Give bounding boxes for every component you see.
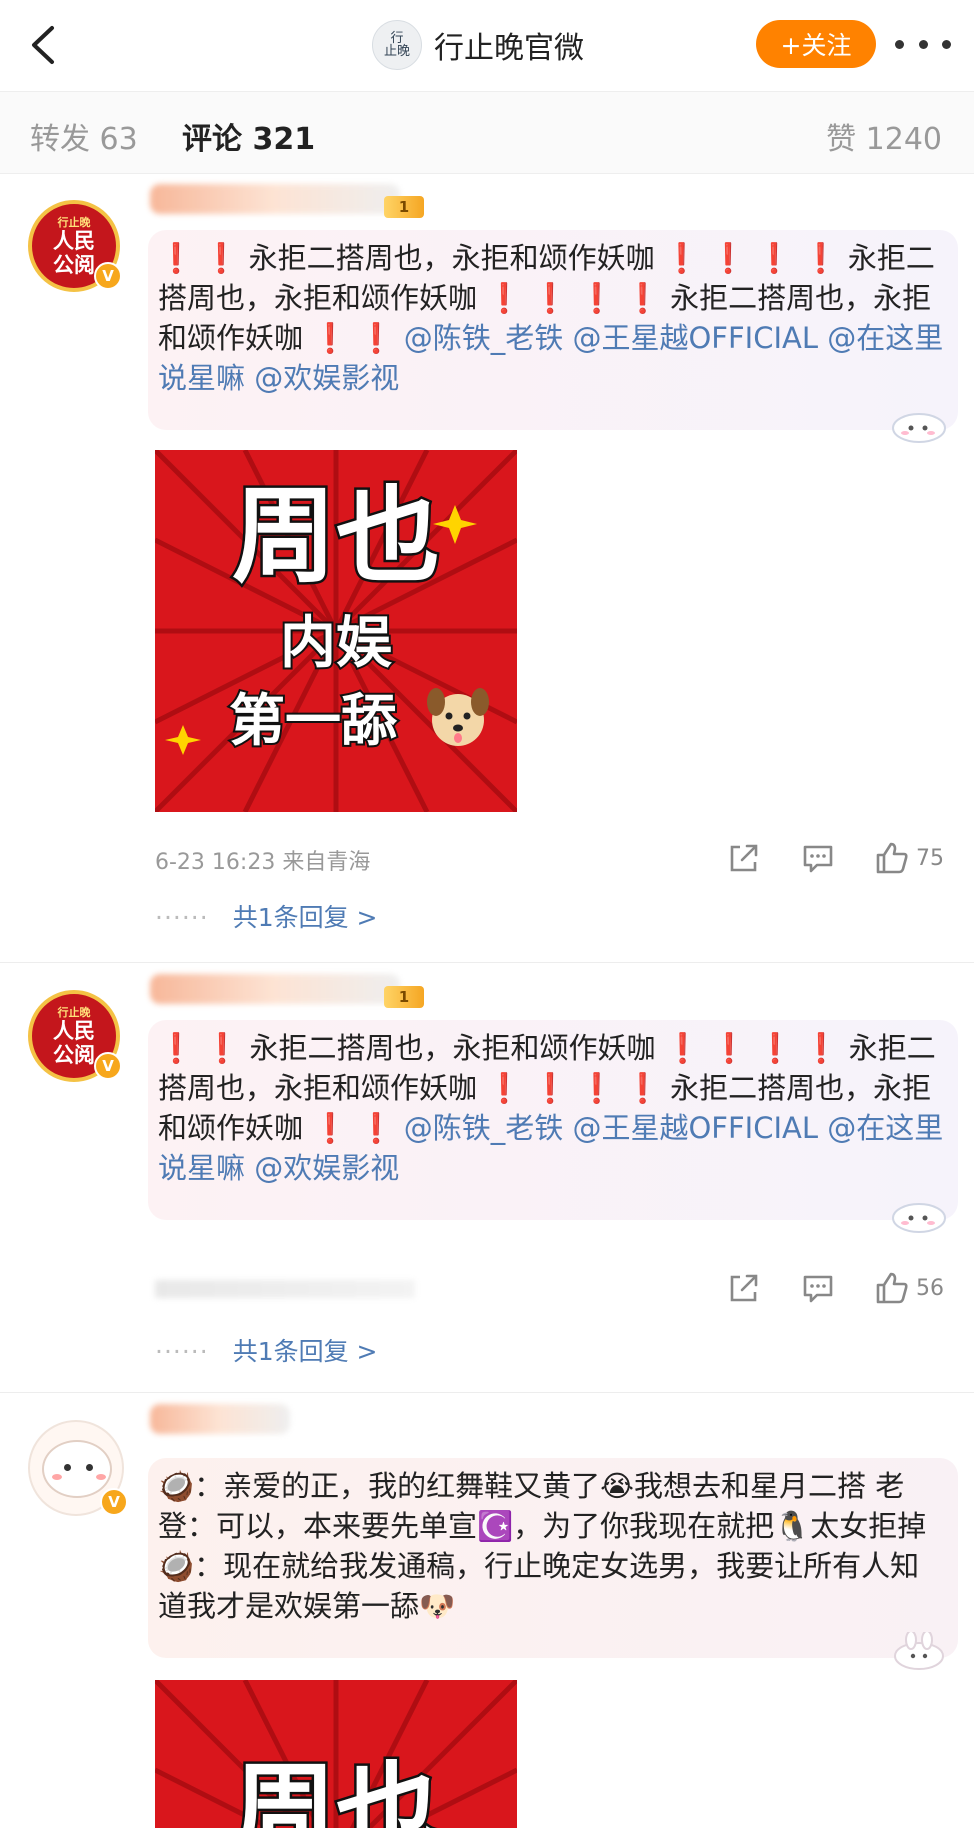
comment-text: ❗ ❗ 永拒二搭周也，永拒和颂作妖咖 ❗ ❗ ❗ ❗ 永拒二搭周也，永拒和颂作妖… — [158, 1028, 946, 1188]
exclamation-icons: ❗ ❗ ❗ ❗ — [486, 1071, 661, 1105]
share-icon[interactable] — [726, 840, 762, 876]
account-avatar[interactable]: 行止晚 — [372, 20, 422, 70]
poster-graphic: 周也 内娱 第一舔 — [155, 450, 517, 812]
replies-label: 共1条回复 > — [232, 1337, 378, 1366]
dot — [918, 39, 928, 49]
back-button[interactable] — [22, 22, 68, 68]
page-title-group[interactable]: 行止晚 行止晚官微 — [372, 20, 584, 70]
reply-dots: ······ — [155, 1337, 209, 1366]
tab-repost[interactable]: 转发 63 — [30, 114, 138, 158]
exclamation-icons: ❗ ❗ — [312, 321, 395, 355]
view-replies-link[interactable]: ······ 共1条回复 > — [155, 1332, 378, 1368]
comment-bubble: 🥥：亲爱的正，我的红舞鞋又黄了😭我想去和星月二搭 老登：可以，本来要先单宣☪️，… — [148, 1458, 958, 1658]
avatar[interactable]: 行止晚 人民 公阅 V — [28, 990, 122, 1082]
thumbs-up-icon[interactable] — [874, 1270, 910, 1306]
exclamation-icons: ❗ ❗ ❗ ❗ — [663, 241, 839, 275]
comment-text: ❗ ❗ 永拒二搭周也，永拒和颂作妖咖 ❗ ❗ ❗ ❗ 永拒二搭周也，永拒和颂作妖… — [158, 238, 946, 398]
username-blurred[interactable] — [150, 1404, 290, 1434]
cloud-sticker-icon — [892, 413, 946, 443]
avatar-line: 人民 — [53, 1018, 95, 1043]
comment-actions: 75 — [688, 840, 944, 876]
comment-item: 行止晚 人民 公阅 V 1 ❗ ❗ 永拒二搭周也，永拒和颂作妖咖 ❗ ❗ ❗ ❗… — [0, 174, 974, 964]
dot — [895, 39, 904, 49]
poster-line-3: 第一舔 — [229, 689, 398, 754]
replies-label: 共1条回复 > — [232, 903, 378, 932]
page-title: 行止晚官微 — [434, 31, 584, 66]
avatar-logo-text: 行止晚 — [383, 31, 411, 59]
avatar-line: 行止晚 — [57, 215, 91, 229]
comment-item: 行止晚 人民 公阅 V 1 ❗ ❗ 永拒二搭周也，永拒和颂作妖咖 ❗ ❗ ❗ ❗… — [0, 964, 974, 1384]
level-badge: 1 — [384, 196, 424, 218]
cloud-sticker-icon — [892, 1203, 946, 1233]
top-bar: 行止晚 行止晚官微 +关注 — [0, 0, 974, 92]
comment-text-segment: ❗ ❗ 永拒二搭周也，永拒和颂作妖咖 — [158, 241, 664, 275]
dot — [942, 39, 951, 49]
cute-face-icon — [42, 1440, 112, 1498]
poster-graphic: 周也 — [155, 1680, 517, 1828]
reply-dots: ······ — [155, 903, 209, 932]
share-icon[interactable] — [726, 1270, 762, 1306]
comment-image[interactable]: 周也 内娱 第一舔 — [155, 450, 517, 812]
comment-text-segment: 永拒二搭周也，永拒和颂作妖咖 — [240, 1031, 665, 1065]
follow-button[interactable]: +关注 — [756, 20, 876, 68]
username-blurred[interactable] — [150, 974, 400, 1004]
comment-bubble: ❗ ❗ 永拒二搭周也，永拒和颂作妖咖 ❗ ❗ ❗ ❗ 永拒二搭周也，永拒和颂作妖… — [148, 230, 958, 430]
timestamp-blurred — [155, 1280, 415, 1298]
avatar-line: 公阅 — [53, 252, 95, 277]
like-count: 75 — [916, 845, 944, 871]
chevron-left-icon — [32, 26, 54, 64]
poster-line-2: 内娱 — [280, 611, 392, 676]
thumbs-up-icon[interactable] — [874, 840, 910, 876]
tab-likes[interactable]: 赞 1240 — [826, 114, 942, 158]
avatar-line: 人民 — [53, 228, 95, 253]
divider — [0, 1392, 974, 1393]
exclamation-icons: ❗ ❗ ❗ ❗ — [486, 281, 661, 315]
more-dots-icon[interactable] — [895, 26, 951, 62]
comment-text: 🥥：亲爱的正，我的红舞鞋又黄了😭我想去和星月二搭 老登：可以，本来要先单宣☪️，… — [158, 1469, 927, 1623]
comment-actions: 56 — [688, 1270, 944, 1306]
divider — [0, 962, 974, 963]
view-replies-link[interactable]: ······ 共1条回复 > — [155, 898, 378, 934]
bunny-sticker-icon — [894, 1632, 944, 1670]
like-count: 56 — [916, 1275, 944, 1301]
verified-badge-icon: V — [100, 1488, 128, 1516]
verified-badge-icon: V — [94, 262, 122, 290]
comment-image[interactable]: 周也 — [155, 1680, 517, 1828]
avatar-line: 公阅 — [53, 1042, 95, 1067]
comment-bubble: ❗ ❗ 永拒二搭周也，永拒和颂作妖咖 ❗ ❗ ❗ ❗ 永拒二搭周也，永拒和颂作妖… — [148, 1020, 958, 1220]
exclamation-icons: ❗ ❗ — [158, 1031, 241, 1065]
avatar-line: 行止晚 — [57, 1005, 91, 1019]
verified-badge-icon: V — [94, 1052, 122, 1080]
comment-timestamp: 6-23 16:23 来自青海 — [155, 850, 371, 875]
comment-icon[interactable] — [800, 1270, 836, 1306]
poster-line-1: 周也 — [232, 475, 440, 597]
exclamation-icons: ❗ ❗ — [312, 1111, 395, 1145]
comment-icon[interactable] — [800, 840, 836, 876]
comment-item: V 🥥：亲爱的正，我的红舞鞋又黄了😭我想去和星月二搭 老登：可以，本来要先单宣☪… — [0, 1394, 974, 1828]
exclamation-icons: ❗ ❗ ❗ ❗ — [664, 1031, 840, 1065]
level-badge: 1 — [384, 986, 424, 1008]
avatar[interactable]: V — [28, 1420, 128, 1516]
stats-tabs: 转发 63 评论 321 赞 1240 — [0, 92, 974, 174]
avatar[interactable]: 行止晚 人民 公阅 V — [28, 200, 122, 292]
poster-line-1: 周也 — [232, 1751, 440, 1828]
username-blurred[interactable] — [150, 184, 400, 214]
